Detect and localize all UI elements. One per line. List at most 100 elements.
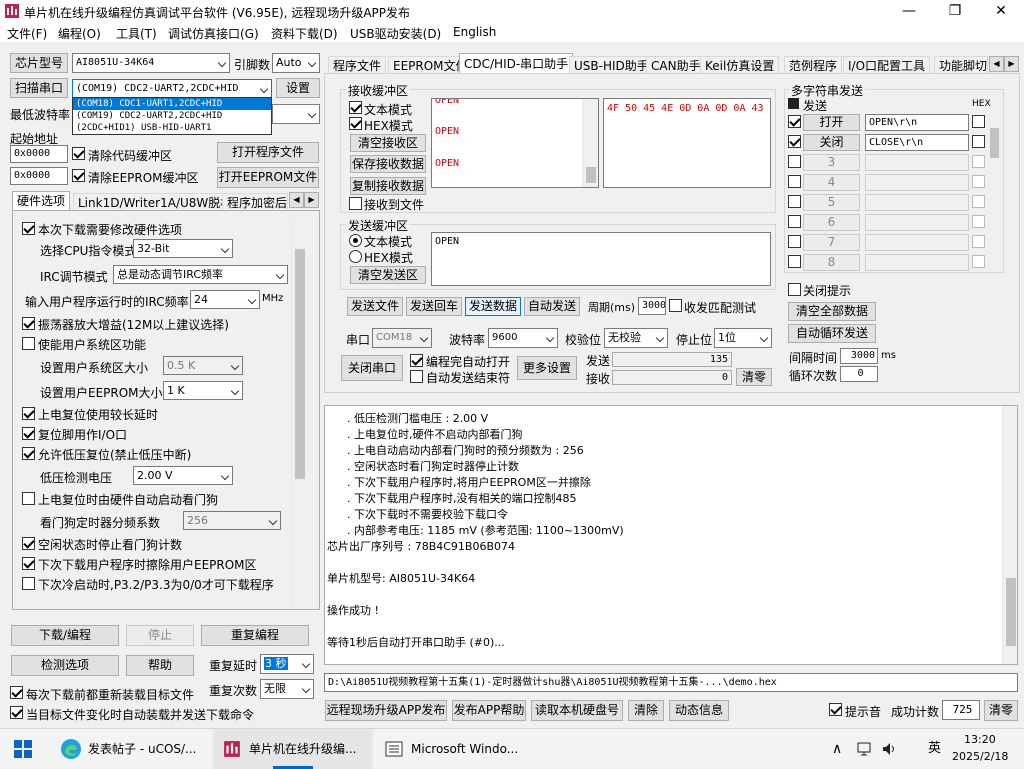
scroll-thumb[interactable] [990,128,999,158]
port-select[interactable]: (COM19) CDC2-UART2,2CDC+HID [72,79,272,98]
clock-date[interactable]: 2025/2/18 [952,750,1008,763]
open-eeprom-file-button[interactable]: 打开EEPROM文件 [217,167,319,188]
minimize-button[interactable]: — [886,0,932,24]
tray-expand-icon[interactable]: ∧ [832,729,842,769]
remote-upgrade-publish-button[interactable]: 远程现场升级APP发布 [325,700,447,721]
multi-row-checkbox[interactable] [788,135,801,148]
multi-row-checkbox[interactable] [788,115,801,128]
port-select-assistant[interactable]: COM18 [372,328,432,348]
auto-loop-send-button[interactable]: 自动循环发送 [788,324,876,343]
menu-english[interactable]: English [453,25,496,39]
multi-row-input[interactable] [865,234,969,251]
multi-row-checkbox[interactable] [788,255,801,268]
tab-scroll-left-icon[interactable]: ◀ [289,192,304,208]
min-baud-select[interactable] [272,104,320,124]
low-volt-reset-checkbox[interactable] [22,447,35,460]
multi-row-input[interactable] [865,254,969,271]
reload-change-checkbox[interactable] [10,706,23,719]
clear-log-button[interactable]: 清除 [628,700,664,721]
cold-boot-checkbox[interactable] [22,577,35,590]
clock-time[interactable]: 13:20 [964,733,996,746]
multi-row-hex-checkbox[interactable] [972,175,985,188]
auto-end-checkbox[interactable] [410,370,423,383]
baud-select[interactable]: 9600 [488,328,558,348]
hw-options-scrollbar[interactable] [291,221,308,606]
multi-row-send-button[interactable]: 3 [803,154,860,171]
port-option[interactable]: (2CDC+HID1) USB-HID-UART1 [73,122,271,134]
multi-row-send-button[interactable]: 打开 [803,114,860,131]
close-port-button[interactable]: 关闭串口 [341,355,403,381]
recv-text-mode-checkbox[interactable] [349,101,362,114]
settings-button[interactable]: 设置 [276,78,320,98]
pin-count-select[interactable]: Auto [272,53,320,73]
clear-code-checkbox[interactable] [72,147,85,160]
scan-port-button[interactable]: 扫描串口 [10,78,68,98]
low-volt-select[interactable]: 2.00 V [133,466,233,485]
dynamic-info-button[interactable]: 动态信息 [669,700,729,721]
match-test-checkbox[interactable] [669,299,682,312]
irc-freq-select[interactable]: 24 [190,290,260,309]
tab-function-pin[interactable]: 功能脚切 [934,56,988,74]
send-file-button[interactable]: 发送文件 [347,297,403,316]
multi-row-hex-checkbox[interactable] [972,155,985,168]
more-settings-button[interactable]: 更多设置 [517,356,577,380]
help-button[interactable]: 帮助 [126,655,194,676]
long-delay-checkbox[interactable] [22,407,35,420]
menu-download[interactable]: 资料下载(D) [271,25,338,42]
start-address-input-2[interactable]: 0x0000 [10,167,68,185]
file-path-field[interactable]: D:\Ai8051U视频教程第十五集(1)-定时器做计shu器\Ai8051U视… [324,673,1018,692]
irc-mode-select[interactable]: 总是动态调节IRC频率 [113,265,288,284]
close-hint-checkbox[interactable] [788,283,801,296]
multi-row-send-button[interactable]: 4 [803,174,860,191]
multi-row-send-button[interactable]: 6 [803,214,860,231]
erase-eeprom-checkbox[interactable] [22,557,35,570]
tab-cdc-hid-assistant[interactable]: CDC/HID-串口助手 [459,53,574,74]
port-option[interactable]: (COM19) CDC2-UART2,2CDC+HID [73,110,271,122]
clear-all-data-button[interactable]: 清空全部数据 [788,302,876,321]
taskbar-edge-item[interactable]: 发表帖子 - uCOS/... [50,729,212,769]
menu-program[interactable]: 编程(O) [58,25,101,42]
send-text-area[interactable]: OPEN [431,232,771,286]
multi-row-hex-checkbox[interactable] [972,115,985,128]
period-input[interactable]: 3000 [638,297,666,315]
interval-input[interactable]: 3000 [840,348,878,364]
multi-row-input[interactable] [865,154,969,171]
tab-usb-hid-assistant[interactable]: USB-HID助手 [569,56,654,74]
auto-send-button[interactable]: 自动发送 [524,297,580,316]
multi-row-hex-checkbox[interactable] [972,215,985,228]
volume-icon[interactable] [882,742,898,756]
auto-open-checkbox[interactable] [410,354,423,367]
menu-debug[interactable]: 调试仿真接口(G) [168,25,259,42]
download-program-button[interactable]: 下载/编程 [11,625,119,646]
send-return-button[interactable]: 发送回车 [406,297,462,316]
recv-text-scrollbar[interactable] [582,99,598,187]
save-receive-button[interactable]: 保存接收数据 [350,155,426,173]
multi-row-checkbox[interactable] [788,175,801,188]
multi-row-hex-checkbox[interactable] [972,195,985,208]
scroll-thumb[interactable] [295,249,305,479]
eeprom-size-select[interactable]: 1 K [163,381,243,400]
multi-row-checkbox[interactable] [788,195,801,208]
multi-row-input[interactable]: CLOSE\r\n [865,134,969,151]
ime-indicator[interactable]: 英 [928,729,941,769]
tab-io-config[interactable]: I/O口配置工具 [843,56,931,74]
receive-hex-area[interactable]: 4F 50 45 4E 0D 0A 0D 0A 43 [603,98,771,188]
clear-success-button[interactable]: 清零 [984,700,1018,721]
open-program-file-button[interactable]: 打开程序文件 [217,142,319,163]
wdt-power-checkbox[interactable] [22,492,35,505]
recv-to-file-checkbox[interactable] [349,197,362,210]
start-address-input-1[interactable]: 0x0000 [10,145,68,163]
multi-send-all-checkbox[interactable] [788,98,799,109]
sys-size-select[interactable]: 0.5 K [163,356,243,375]
clear-receive-button[interactable]: 清空接收区 [350,134,426,152]
clear-eeprom-checkbox[interactable] [72,169,85,182]
beep-checkbox[interactable] [829,703,842,716]
stop-button[interactable]: 停止 [126,625,194,646]
tab-can-assistant[interactable]: CAN助手 [646,56,706,74]
receive-text-area[interactable]: OPEN OPEN OPEN [431,98,599,188]
right-tab-scroll-right-icon[interactable]: ▶ [1004,56,1019,72]
repeat-count-select[interactable]: 无限 [260,679,314,699]
windows-start-icon[interactable] [14,740,32,758]
multi-row-hex-checkbox[interactable] [972,255,985,268]
send-hex-mode-radio[interactable] [349,250,362,263]
